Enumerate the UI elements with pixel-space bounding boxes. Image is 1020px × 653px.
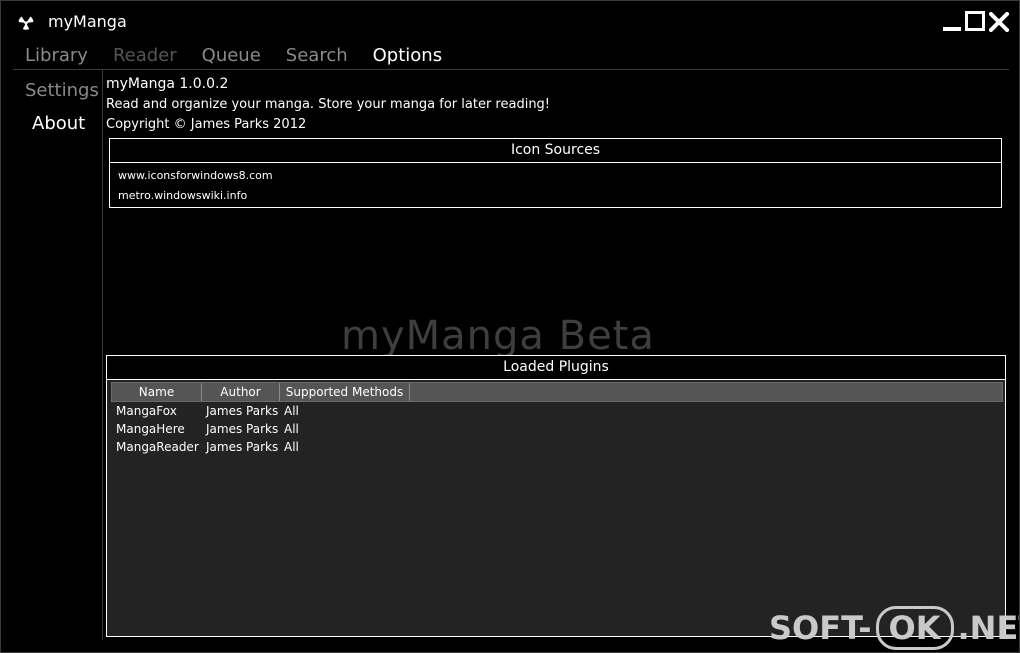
site-watermark-ok: OK <box>875 606 954 650</box>
icon-sources-header: Icon Sources <box>110 139 1001 163</box>
plugin-methods: All <box>284 440 299 454</box>
icon-source-link[interactable]: www.iconsforwindows8.com <box>118 169 1001 182</box>
minimize-button[interactable] <box>942 10 962 32</box>
site-watermark-left: SOFT- <box>769 609 872 647</box>
sidebar-item-settings[interactable]: Settings <box>25 80 99 101</box>
sidebar-item-about[interactable]: About <box>32 113 85 134</box>
site-watermark: SOFT- OK .NET <box>769 606 1019 650</box>
loaded-plugins-panel: Loaded Plugins Name Author Supported Met… <box>106 355 1006 637</box>
options-sidebar: Settings About <box>13 70 103 640</box>
icon-sources-panel: Icon Sources www.iconsforwindows8.com me… <box>109 138 1002 208</box>
plugin-methods: All <box>284 422 299 436</box>
table-header: Name Author Supported Methods <box>111 382 1003 402</box>
about-copyright: Copyright © James Parks 2012 <box>106 117 307 132</box>
close-icon <box>989 12 1009 32</box>
nav-search[interactable]: Search <box>286 45 348 69</box>
main-nav: Library Reader Queue Search Options <box>25 45 467 69</box>
plugin-author: James Parks <box>206 404 279 418</box>
column-header-supported-methods[interactable]: Supported Methods <box>280 383 410 401</box>
site-watermark-right: .NET <box>957 609 1019 647</box>
table-row[interactable]: MangaReader James Parks All <box>111 438 1003 456</box>
column-header-name[interactable]: Name <box>112 383 202 401</box>
icon-source-link[interactable]: metro.windowswiki.info <box>118 189 1001 202</box>
window-title: myManga <box>48 12 127 31</box>
nav-library[interactable]: Library <box>25 45 88 69</box>
beta-watermark: myManga Beta <box>341 313 655 359</box>
nav-options[interactable]: Options <box>373 45 442 69</box>
nav-queue[interactable]: Queue <box>202 45 261 69</box>
about-description: Read and organize your manga. Store your… <box>106 97 551 112</box>
plugin-name: MangaHere <box>116 422 185 436</box>
close-button[interactable] <box>989 10 1009 32</box>
title-bar[interactable]: myManga <box>1 1 1019 41</box>
nav-divider <box>13 69 1009 70</box>
maximize-button[interactable] <box>965 10 985 32</box>
nav-reader[interactable]: Reader <box>113 45 177 69</box>
about-version-title: myManga 1.0.0.2 <box>106 76 229 92</box>
plugin-methods: All <box>284 404 299 418</box>
table-row[interactable]: MangaFox James Parks All <box>111 402 1003 420</box>
app-window: myManga Library Reader Queue Search Opti… <box>0 0 1020 653</box>
radiation-icon <box>18 16 34 30</box>
plugin-author: James Parks <box>206 440 279 454</box>
minimize-icon <box>943 27 961 31</box>
plugin-name: MangaFox <box>116 404 177 418</box>
plugin-author: James Parks <box>206 422 279 436</box>
maximize-icon <box>965 11 985 31</box>
table-row[interactable]: MangaHere James Parks All <box>111 420 1003 438</box>
plugins-table: Name Author Supported Methods MangaFox J… <box>111 382 1003 632</box>
column-header-author[interactable]: Author <box>202 383 280 401</box>
plugin-name: MangaReader <box>116 440 199 454</box>
loaded-plugins-header: Loaded Plugins <box>107 356 1005 380</box>
